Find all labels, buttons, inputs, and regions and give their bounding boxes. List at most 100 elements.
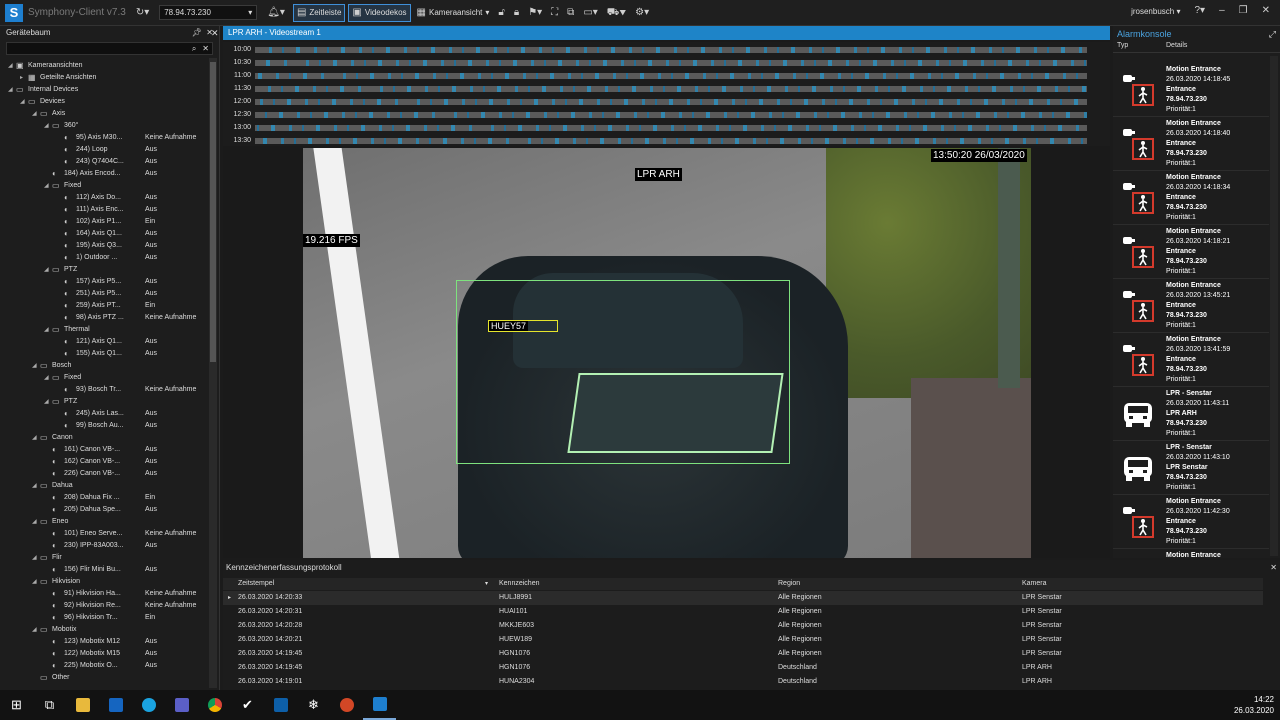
tree-item[interactable]: ◐ 111) Axis Enc... Aus: [56, 203, 207, 215]
timeline-row[interactable]: 13:30: [223, 134, 1103, 146]
col-region[interactable]: Region: [778, 580, 800, 587]
close-icon[interactable]: ✕: [1270, 563, 1277, 572]
table-row[interactable]: 26.03.2020 14:20:21 HUEW189 Alle Regionen L…: [223, 633, 1263, 647]
tree-item[interactable]: ◢ ▭ Bosch: [32, 359, 207, 371]
tree-item[interactable]: ◐ 123) Mobotix M12 Aus: [44, 635, 207, 647]
expand-arrow-icon[interactable]: ◢: [44, 326, 52, 333]
col-plate[interactable]: Kennzeichen: [499, 580, 539, 587]
alarm-item[interactable]: Motion Entrance 26.03.2020 11:42:30 Entran…: [1113, 495, 1269, 549]
tree-item[interactable]: ◐ 156) Flir Mini Bu... Aus: [44, 563, 207, 575]
car-icon[interactable]: ⛟▾: [607, 7, 626, 18]
tree-item[interactable]: ◢ ▭ Axis: [32, 107, 207, 119]
bell-icon[interactable]: 🔔︎▾: [267, 7, 285, 18]
outlook-calendar-icon[interactable]: [264, 690, 297, 720]
tree-item[interactable]: ◐ 205) Dahua Spe... Aus: [44, 503, 207, 515]
tree-item[interactable]: ▭ Other: [32, 671, 207, 683]
minimize-icon[interactable]: –: [1219, 6, 1225, 16]
server-select[interactable]: 78.94.73.230 ▾: [159, 5, 258, 20]
videodecks-toggle-button[interactable]: ▣ Videodekos: [348, 3, 411, 22]
tree-item[interactable]: ◐ 208) Dahua Fix ... Ein: [44, 491, 207, 503]
expand-arrow-icon[interactable]: ◢: [32, 482, 40, 489]
timeline[interactable]: 10:00 10:30 11:00 11:30 12:00 12:30 13:00 13:30: [223, 42, 1110, 146]
monitor-icon[interactable]: ▭▾: [583, 7, 597, 18]
tree-item[interactable]: ◢ ▭ Canon: [32, 431, 207, 443]
timeline-recording-bar[interactable]: [255, 72, 1087, 79]
tree-item[interactable]: ◐ 195) Axis Q3... Aus: [56, 239, 207, 251]
outlook-icon[interactable]: [99, 690, 132, 720]
clear-search-icon[interactable]: ✕: [202, 44, 209, 53]
tree-item[interactable]: ◢ ▭ PTZ: [44, 263, 207, 275]
tree-item[interactable]: ◐ 226) Canon VB-... Aus: [44, 467, 207, 479]
tree-item[interactable]: ◐ 121) Axis Q1... Aus: [56, 335, 207, 347]
expand-arrow-icon[interactable]: ◢: [44, 182, 52, 189]
powerpoint-icon[interactable]: [330, 690, 363, 720]
tree-item[interactable]: ◢ ▭ Fixed: [44, 179, 207, 191]
tree-item[interactable]: ◢ ▭ Flir: [32, 551, 207, 563]
tree-item[interactable]: ◐ 225) Mobotix O... Aus: [44, 659, 207, 671]
timeline-recording-bar[interactable]: [255, 85, 1087, 92]
expand-arrow-icon[interactable]: ◢: [32, 626, 40, 633]
alarm-item[interactable]: Motion Entrance 26.03.2020 14:18:45 Entran…: [1113, 63, 1269, 117]
windows-start-icon[interactable]: ⊞: [0, 690, 33, 720]
expand-arrow-icon[interactable]: ◢: [8, 62, 16, 69]
help-icon[interactable]: ?▾: [1194, 6, 1205, 16]
table-row[interactable]: 26.03.2020 14:19:45 HGN1076 Deutschland LPR…: [223, 661, 1263, 675]
skype-icon[interactable]: [132, 690, 165, 720]
table-row[interactable]: 26.03.2020 14:20:28 MKKJE603 Alle Regionen…: [223, 619, 1263, 633]
lock-open-icon[interactable]: 🔓︎: [498, 7, 504, 18]
device-search-input[interactable]: ⌕ ✕: [6, 42, 213, 55]
expand-arrow-icon[interactable]: ◢: [32, 110, 40, 117]
tree-item[interactable]: ◢ ▭ Mobotix: [32, 623, 207, 635]
tree-item[interactable]: ◐ 95) Axis M30... Keine Aufnahme: [56, 131, 207, 143]
restore-icon[interactable]: ❐: [1239, 6, 1248, 16]
expand-arrow-icon[interactable]: ◢: [44, 266, 52, 273]
col-timestamp[interactable]: Zeitstempel: [238, 580, 274, 587]
tree-item[interactable]: ◐ 1) Outdoor ... Aus: [56, 251, 207, 263]
timeline-row[interactable]: 12:30: [223, 108, 1103, 121]
close-icon[interactable]: ✕: [211, 28, 219, 39]
expand-arrow-icon[interactable]: ◢: [32, 434, 40, 441]
expand-arrow-icon[interactable]: ◢: [20, 98, 28, 105]
timeline-toggle-button[interactable]: ▤ Zeitleiste: [292, 3, 346, 22]
bookmark-icon[interactable]: ⚑▾: [528, 7, 542, 18]
tree-item[interactable]: ◐ 184) Axis Encod... Aus: [44, 167, 207, 179]
alarm-item[interactable]: Motion Entrance 26.03.2020 14:18:21 Entran…: [1113, 225, 1269, 279]
tree-item[interactable]: ◐ 245) Axis Las... Aus: [56, 407, 207, 419]
tree-item[interactable]: ◐ 259) Axis PT... Ein: [56, 299, 207, 311]
tree-item[interactable]: ◐ 244) Loop Aus: [56, 143, 207, 155]
table-row[interactable]: ▸ 26.03.2020 14:20:33 HULJ8991 Alle Regione…: [223, 591, 1263, 605]
user-menu[interactable]: jrosenbusch ▾: [1131, 7, 1180, 16]
tree-item[interactable]: ◐ 112) Axis Do... Aus: [56, 191, 207, 203]
timeline-recording-bar[interactable]: [255, 111, 1087, 118]
tree-item[interactable]: ◢ ▭ Thermal: [44, 323, 207, 335]
expand-arrow-icon[interactable]: ◢: [8, 86, 16, 93]
tree-item[interactable]: ◢ ▭ Internal Devices: [8, 83, 207, 95]
tree-item[interactable]: ◢ ▭ PTZ: [44, 395, 207, 407]
tree-item[interactable]: ◢ ▭ Fixed: [44, 371, 207, 383]
tree-item[interactable]: ◐ 93) Bosch Tr... Keine Aufnahme: [56, 383, 207, 395]
tree-item[interactable]: ◢ ▭ Eneo: [32, 515, 207, 527]
alarm-item[interactable]: Motion Entrance 26.03.2020 13:41:59 Entran…: [1113, 333, 1269, 387]
tree-item[interactable]: ◐ 164) Axis Q1... Aus: [56, 227, 207, 239]
timeline-row[interactable]: 11:30: [223, 82, 1103, 95]
table-row[interactable]: 26.03.2020 14:20:31 HUAI101 Alle Regionen L…: [223, 605, 1263, 619]
timeline-row[interactable]: 13:00: [223, 121, 1103, 134]
expand-arrow-icon[interactable]: ◢: [44, 398, 52, 405]
snowflake-app-icon[interactable]: ❄: [297, 690, 330, 720]
tree-item[interactable]: ◐ 122) Mobotix M15 Aus: [44, 647, 207, 659]
expand-arrow-icon[interactable]: ◢: [32, 578, 40, 585]
timeline-recording-bar[interactable]: [255, 98, 1087, 105]
gear-icon[interactable]: ⚙▾: [635, 7, 649, 18]
timeline-row[interactable]: 10:30: [223, 56, 1103, 69]
tree-item[interactable]: ◐ 162) Canon VB-... Aus: [44, 455, 207, 467]
close-icon[interactable]: ✕: [1262, 6, 1270, 16]
tree-item[interactable]: ▸ ▦ Geteilte Ansichten: [20, 71, 207, 83]
timeline-recording-bar[interactable]: [255, 46, 1087, 53]
lock-icon[interactable]: 🔒︎: [514, 7, 519, 18]
file-explorer-icon[interactable]: [66, 690, 99, 720]
timeline-recording-bar[interactable]: [255, 137, 1087, 144]
tree-item[interactable]: ◐ 161) Canon VB-... Aus: [44, 443, 207, 455]
alarm-item[interactable]: Motion Entrance 26.03.2020 14:18:34 Entran…: [1113, 171, 1269, 225]
timeline-row[interactable]: 11:00: [223, 69, 1103, 82]
tree-item[interactable]: ◐ 98) Axis PTZ ... Keine Aufnahme: [56, 311, 207, 323]
